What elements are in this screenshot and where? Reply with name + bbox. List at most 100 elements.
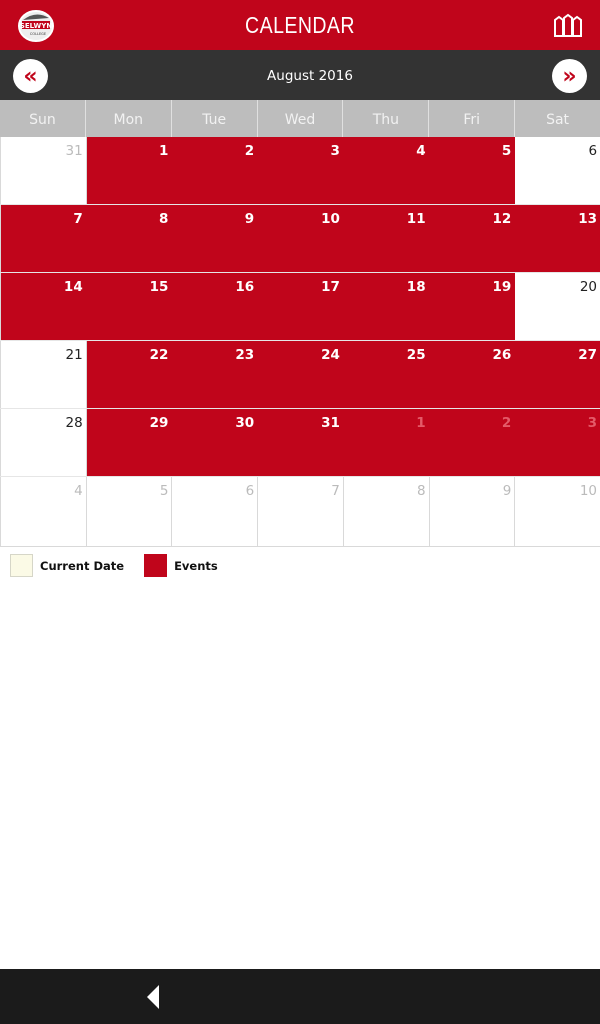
day-cell[interactable]: 17 [258,273,344,340]
day-cell[interactable]: 13 [515,205,600,272]
weekday-label: Mon [86,100,172,137]
svg-text:COLLEGE: COLLEGE [30,32,46,36]
day-cell[interactable]: 7 [258,477,344,546]
day-number: 18 [406,279,426,295]
day-number: 7 [331,483,340,499]
prev-month-button[interactable]: « [13,59,48,93]
next-month-button[interactable]: » [552,59,587,93]
buildings-icon[interactable] [553,13,583,37]
day-cell[interactable]: 29 [86,409,173,476]
day-number: 27 [578,347,598,363]
day-cell[interactable]: 31 [258,409,344,476]
day-number: 24 [321,347,340,363]
day-cell[interactable]: 1 [86,137,173,204]
day-cell[interactable]: 31 [0,137,87,204]
day-cell[interactable]: 21 [0,341,87,408]
day-cell[interactable]: 24 [258,341,344,408]
day-cell[interactable]: 9 [172,205,259,272]
day-cell[interactable]: 15 [86,273,173,340]
day-cell[interactable]: 20 [515,273,600,340]
day-number: 9 [502,483,512,499]
day-cell[interactable]: 8 [344,477,430,546]
day-number: 10 [579,483,598,499]
day-number: 7 [73,211,83,227]
day-number: 1 [159,143,169,159]
weekday-label: Sun [0,100,86,137]
day-cell[interactable]: 4 [0,477,87,546]
weekday-label: Tue [172,100,258,137]
day-cell[interactable]: 16 [172,273,259,340]
day-cell[interactable]: 22 [86,341,173,408]
day-cell[interactable]: 10 [258,205,344,272]
day-number: 6 [245,483,255,499]
day-number: 1 [416,415,426,431]
day-number: 17 [321,279,340,295]
day-cell[interactable]: 2 [429,409,516,476]
day-cell[interactable]: 2 [172,137,259,204]
day-cell[interactable]: 9 [430,477,516,546]
day-cell[interactable]: 6 [515,137,600,204]
day-number: 16 [235,279,255,295]
day-number: 10 [321,211,340,227]
weekday-label: Wed [258,100,344,137]
day-cell[interactable]: 11 [343,205,430,272]
day-number: 22 [149,347,169,363]
day-cell[interactable]: 5 [429,137,516,204]
day-number: 11 [406,211,426,227]
legend: Current Date Events [10,554,218,577]
day-cell[interactable]: 1 [343,409,430,476]
day-number: 2 [244,143,255,159]
day-number: 4 [74,483,83,499]
events-swatch [144,554,168,577]
day-cell[interactable]: 30 [172,409,259,476]
double-chevron-right-icon: » [562,63,577,89]
week-row: 7 8 9 10 11 12 13 [0,205,600,273]
day-number: 3 [587,415,598,431]
day-number: 3 [330,143,340,159]
week-row: 28 29 30 31 1 2 3 [0,409,600,477]
double-chevron-left-icon: « [23,63,38,89]
legend-events: Events [174,558,218,573]
day-cell[interactable]: 25 [343,341,430,408]
day-number: 9 [244,211,255,227]
page-title: CALENDAR [245,12,355,38]
day-cell[interactable]: 3 [258,137,344,204]
weekday-label: Sat [546,112,570,128]
day-cell[interactable]: 23 [172,341,259,408]
day-number: 31 [65,143,83,159]
day-number: 20 [579,279,598,295]
day-cell[interactable]: 18 [343,273,430,340]
day-cell[interactable]: 10 [515,477,600,546]
back-triangle-icon[interactable] [147,985,159,1009]
day-cell[interactable]: 14 [0,273,87,340]
day-number: 14 [63,279,83,295]
day-number: 2 [501,415,512,431]
calendar-grid: Sun Mon Tue Wed Thu Fri Sat 31 1 2 3 4 5 6 7 8 9 1… [0,100,600,547]
day-cell[interactable]: 5 [87,477,173,546]
legend-current-date: Current Date [40,558,125,573]
day-number: 6 [588,143,598,159]
day-number: 23 [235,347,255,363]
day-number: 31 [321,415,340,431]
weekday-label: Fri [429,100,516,137]
day-cell[interactable]: 6 [172,477,259,546]
current-date-swatch [10,554,33,577]
day-cell[interactable]: 4 [343,137,430,204]
day-number: 5 [501,143,512,159]
day-cell[interactable]: 19 [429,273,516,340]
day-number: 8 [417,483,426,499]
day-number: 26 [492,347,512,363]
day-number: 28 [65,415,83,431]
day-cell[interactable]: 8 [86,205,173,272]
day-number: 13 [578,211,598,227]
day-cell[interactable]: 27 [515,341,600,408]
day-cell[interactable]: 7 [0,205,87,272]
calendar-weeks: 31 1 2 3 4 5 6 7 8 9 10 11 12 13 14 15 16 17 18 19 20 21 22 23 2… [0,137,600,547]
day-cell[interactable]: 12 [429,205,516,272]
day-number: 15 [149,279,169,295]
day-number: 29 [149,415,169,431]
week-row: 4 5 6 7 8 9 10 [0,477,600,547]
day-cell[interactable]: 28 [0,409,87,476]
day-cell[interactable]: 3 [515,409,600,476]
day-cell[interactable]: 26 [429,341,516,408]
